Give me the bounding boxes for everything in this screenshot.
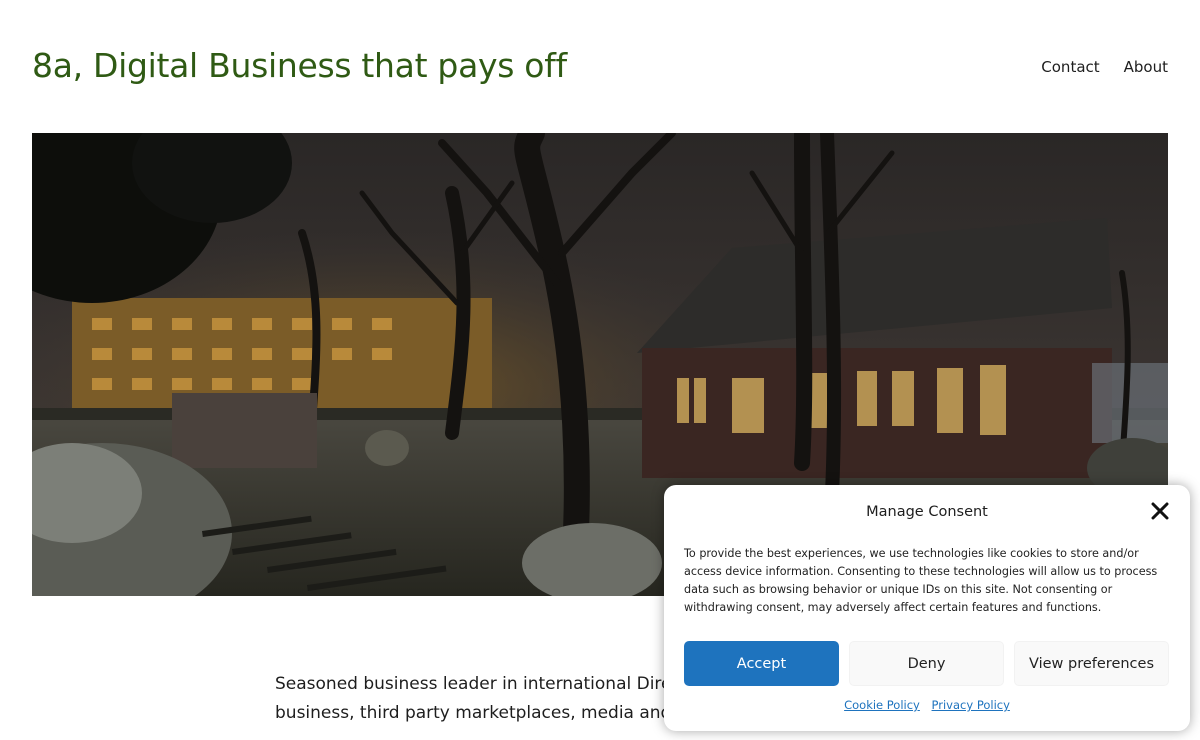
site-title[interactable]: 8a, Digital Business that pays off	[32, 46, 567, 85]
privacy-policy-link[interactable]: Privacy Policy	[932, 698, 1010, 712]
main-nav: Contact About	[1041, 58, 1168, 76]
consent-title: Manage Consent	[866, 504, 988, 520]
accept-button[interactable]: Accept	[684, 641, 839, 686]
intro-line-2: business, third party marketplaces, medi…	[275, 703, 699, 723]
policy-links: Cookie Policy Privacy Policy	[664, 698, 1190, 712]
nav-item-contact[interactable]: Contact	[1041, 58, 1099, 76]
deny-button[interactable]: Deny	[849, 641, 1004, 686]
nav-item-about[interactable]: About	[1124, 58, 1168, 76]
intro-line-1: Seasoned business leader in internationa…	[275, 674, 700, 694]
close-icon[interactable]	[1150, 501, 1170, 521]
consent-dialog: Manage Consent To provide the best exper…	[664, 485, 1190, 731]
consent-buttons: Accept Deny View preferences	[684, 641, 1169, 686]
consent-message: To provide the best experiences, we use …	[684, 547, 1158, 614]
view-preferences-button[interactable]: View preferences	[1014, 641, 1169, 686]
cookie-policy-link[interactable]: Cookie Policy	[844, 698, 920, 712]
